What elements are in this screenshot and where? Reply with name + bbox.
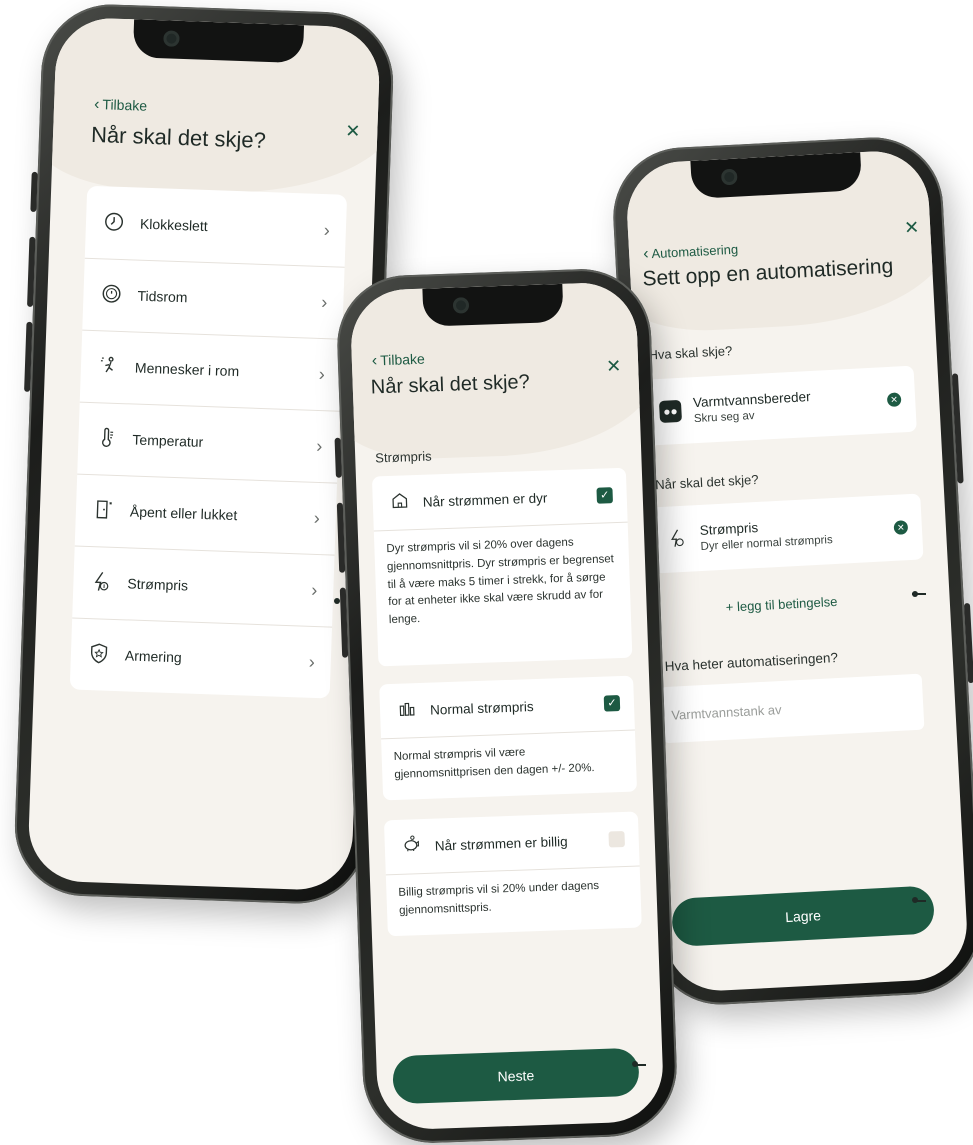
chevron-left-icon: ‹ [93, 95, 100, 114]
chevron-right-icon: › [308, 651, 316, 672]
option-card[interactable]: Når strømmen er billig Billig strømpris … [383, 811, 642, 937]
close-icon[interactable]: ✕ [606, 356, 622, 378]
next-button[interactable]: Neste [392, 1047, 640, 1105]
screen-time-trigger: ‹ Tilbake Når skal det skje? ✕ Klokkeslet… [27, 16, 381, 892]
outlet-icon: ●● [658, 399, 683, 423]
chevron-right-icon: › [321, 291, 328, 312]
trigger-list: Klokkeslett › Tidsrom › Mennesker i rom … [69, 185, 348, 699]
add-condition-link[interactable]: + legg til betingelse [725, 594, 837, 615]
chevron-right-icon: › [310, 579, 318, 600]
connector-dot [632, 1061, 638, 1067]
section-label-name: Hva heter automatiseringen? [664, 649, 839, 675]
normal-price-icon [394, 698, 421, 724]
timer-icon [99, 282, 124, 307]
option-card[interactable]: Når strømmen er dyr ✓ Dyr strømpris vil … [371, 467, 633, 667]
connector-dot [334, 598, 340, 604]
save-button[interactable]: Lagre [670, 885, 936, 947]
option-card[interactable]: Normal strømpris ✓ Normal strømpris vil … [379, 675, 638, 801]
list-item[interactable]: Tidsrom › [82, 257, 345, 340]
list-item[interactable]: Temperatur › [77, 401, 340, 484]
section-label: Strømpris [375, 448, 432, 466]
close-icon[interactable]: ✕ [345, 121, 361, 143]
chevron-left-icon: ‹ [371, 352, 378, 370]
door-icon [92, 498, 117, 523]
power-price-icon [89, 570, 114, 595]
chevron-right-icon: › [323, 219, 331, 240]
close-icon[interactable]: ✕ [904, 217, 920, 239]
list-item[interactable]: Åpent eller lukket › [74, 473, 338, 556]
clock-icon [102, 210, 127, 235]
automation-name-input[interactable] [659, 673, 925, 744]
back-link[interactable]: ‹ Tilbake [94, 96, 148, 116]
remove-icon[interactable]: ✕ [893, 520, 909, 535]
back-link[interactable]: ‹ Automatisering [643, 241, 739, 264]
chevron-right-icon: › [313, 507, 321, 528]
page-title: Når skal det skje? [90, 121, 267, 153]
expensive-icon [386, 490, 413, 516]
screen-power-price: ‹ Tilbake Når skal det skje? ✕ Strømpris … [349, 281, 665, 1131]
page-title: Når skal det skje? [370, 371, 531, 399]
motion-icon [97, 354, 122, 379]
section-label-when: Når skal det skje? [654, 471, 759, 493]
connector-dot [912, 591, 918, 597]
screen-automation-setup: ‹ Automatisering Sett opp en automatiseri… [624, 148, 970, 994]
checkbox[interactable] [608, 830, 625, 848]
list-item[interactable]: Klokkeslett › [84, 185, 348, 268]
power-price-icon [666, 528, 689, 551]
condition-card[interactable]: Strømpris Dyr eller normal strømpris ✕ [650, 493, 924, 574]
list-item[interactable]: Armering › [70, 618, 332, 699]
section-label-what: Hva skal skje? [648, 343, 733, 363]
phone-frame-middle: ‹ Tilbake Når skal det skje? ✕ Strømpris … [334, 266, 680, 1145]
piggy-bank-icon [398, 833, 425, 859]
checkbox[interactable]: ✓ [596, 487, 613, 504]
list-item[interactable]: Strømpris › [72, 545, 335, 628]
chevron-right-icon: › [316, 435, 323, 456]
thermometer-icon [94, 426, 119, 451]
checkbox[interactable]: ✓ [603, 695, 621, 712]
shield-icon [87, 642, 112, 667]
list-item[interactable]: Mennesker i rom › [79, 329, 343, 412]
action-card[interactable]: ●● Varmtvannsbereder Skru seg av ✕ [643, 365, 917, 446]
connector-dot [912, 897, 918, 903]
back-link[interactable]: ‹ Tilbake [372, 351, 426, 371]
chevron-right-icon: › [318, 363, 326, 384]
remove-icon[interactable]: ✕ [886, 392, 902, 408]
chevron-left-icon: ‹ [642, 245, 649, 263]
